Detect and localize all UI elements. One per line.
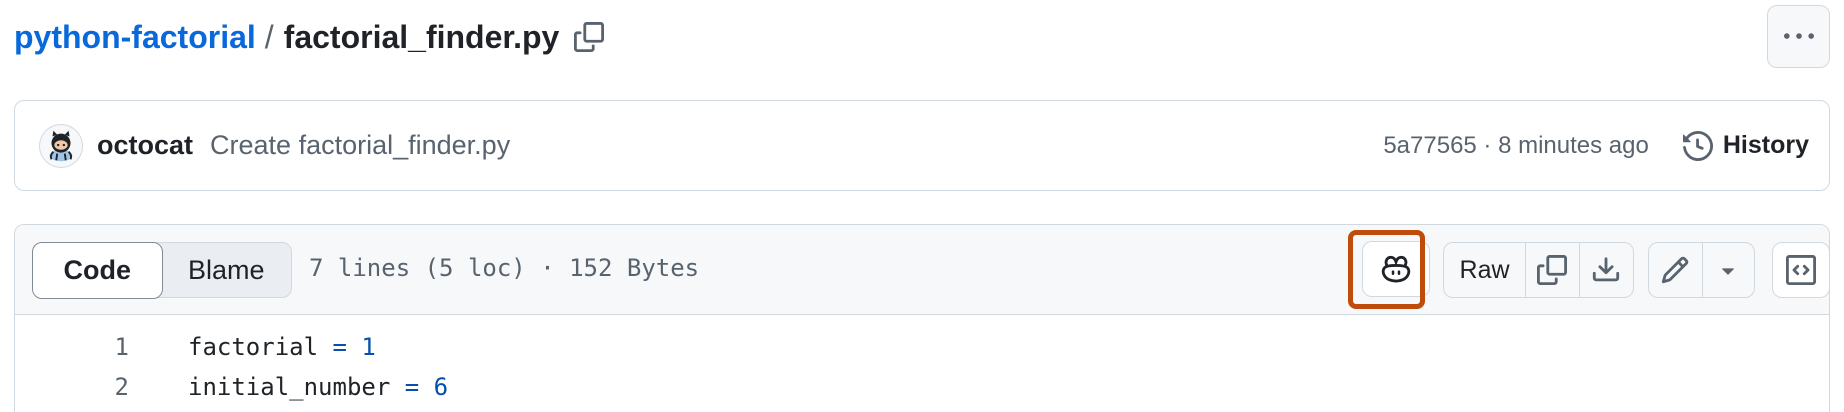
history-icon bbox=[1682, 130, 1713, 161]
breadcrumb: python-factorial / factorial_finder.py bbox=[14, 14, 605, 60]
line-number[interactable]: 1 bbox=[15, 333, 129, 361]
code-line: 2 initial_number = 6 bbox=[15, 367, 1829, 407]
copilot-button[interactable] bbox=[1362, 241, 1430, 297]
repo-link[interactable]: python-factorial bbox=[14, 19, 256, 56]
file-info: 7 lines (5 loc) · 152 Bytes bbox=[309, 254, 700, 282]
copy-icon bbox=[574, 22, 605, 52]
download-button[interactable] bbox=[1580, 243, 1633, 297]
latest-commit-bar: octocat Create factorial_finder.py 5a775… bbox=[14, 100, 1830, 191]
symbols-panel-button[interactable] bbox=[1772, 242, 1829, 298]
view-switcher: Code Blame bbox=[31, 241, 292, 299]
tab-code[interactable]: Code bbox=[31, 241, 163, 299]
triangle-down-icon bbox=[1722, 268, 1735, 275]
edit-file-button[interactable] bbox=[1649, 243, 1703, 297]
history-button[interactable]: History bbox=[1682, 130, 1809, 161]
commit-author[interactable]: octocat bbox=[97, 130, 193, 161]
commit-message[interactable]: Create factorial_finder.py bbox=[210, 130, 510, 161]
code-line: 1 factorial = 1 bbox=[15, 327, 1829, 367]
code-listing: 1 factorial = 1 2 initial_number = 6 bbox=[15, 315, 1829, 407]
code-square-icon bbox=[1786, 255, 1816, 285]
file-header: Code Blame 7 lines (5 loc) · 152 Bytes R… bbox=[15, 225, 1829, 315]
file-viewer: Code Blame 7 lines (5 loc) · 152 Bytes R… bbox=[14, 224, 1830, 412]
copy-path-button[interactable] bbox=[573, 21, 605, 53]
line-number[interactable]: 2 bbox=[15, 373, 129, 401]
download-icon bbox=[1593, 257, 1620, 282]
copy-raw-button[interactable] bbox=[1526, 243, 1580, 297]
kebab-horizontal-icon bbox=[1783, 32, 1814, 39]
line-content: initial_number = 6 bbox=[188, 373, 449, 401]
raw-button-group: Raw bbox=[1443, 242, 1634, 298]
raw-button[interactable]: Raw bbox=[1444, 243, 1527, 297]
edit-button-group bbox=[1648, 242, 1755, 298]
more-options-button[interactable] bbox=[1767, 5, 1830, 68]
avatar[interactable] bbox=[39, 123, 83, 168]
pencil-icon bbox=[1662, 256, 1689, 284]
edit-options-dropdown[interactable] bbox=[1703, 243, 1754, 297]
commit-sha-time[interactable]: 5a77565 · 8 minutes ago bbox=[1383, 132, 1649, 160]
octocat-icon bbox=[49, 130, 73, 161]
history-label: History bbox=[1722, 131, 1809, 159]
copy-icon bbox=[1537, 255, 1568, 285]
line-content: factorial = 1 bbox=[188, 333, 376, 361]
copilot-icon bbox=[1381, 255, 1411, 283]
tab-blame[interactable]: Blame bbox=[162, 243, 292, 297]
file-name: factorial_finder.py bbox=[283, 18, 560, 55]
breadcrumb-separator: / bbox=[264, 18, 274, 55]
